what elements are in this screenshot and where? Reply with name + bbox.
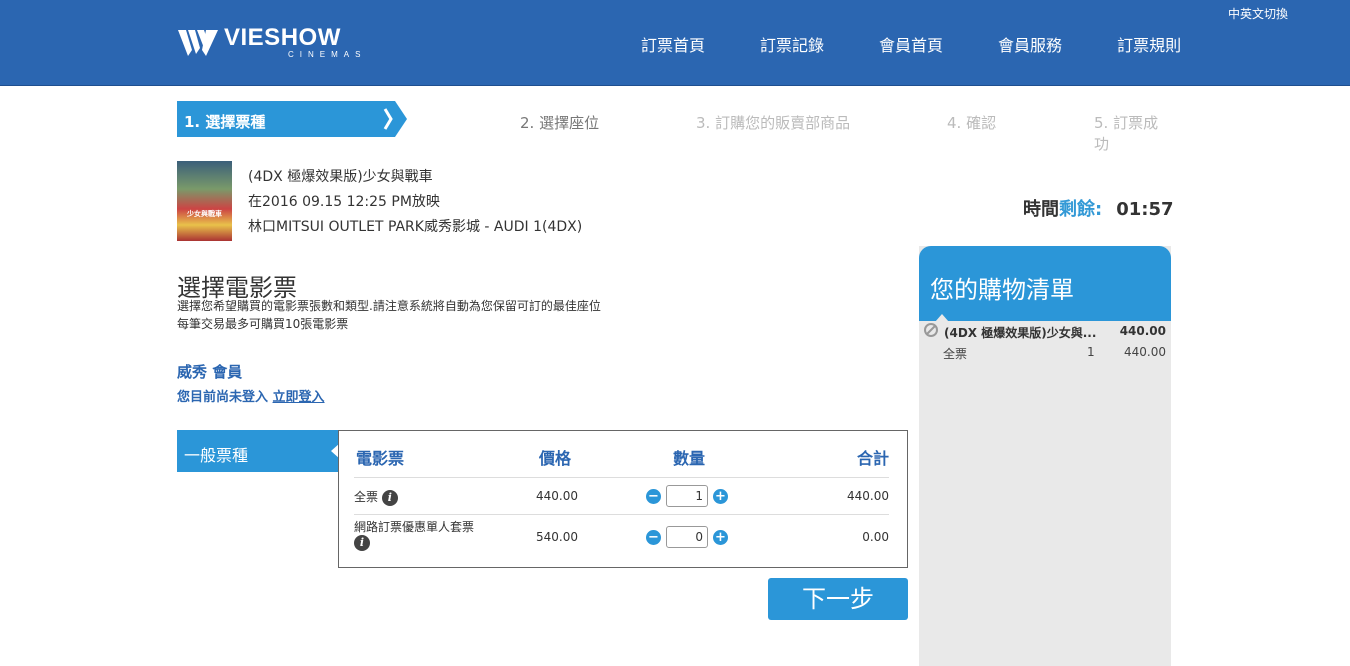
nav-booking-home[interactable]: 訂票首頁 [641,32,705,56]
cart-title: 您的購物清單 [930,270,1074,305]
row-divider [354,514,889,515]
quantity-stepper: − 0 + [646,526,728,548]
member-section-title: 威秀 會員 [177,363,243,381]
step-select-ticket-active: 1. 選擇票種 [177,101,407,137]
timer-label-dark: 時間 [1023,199,1059,220]
remove-item-icon[interactable] [924,323,938,337]
ticket-price: 540.00 [536,530,578,544]
step-select-seat: 2. 選擇座位 [520,114,600,132]
poster-title: 少女與戰車 [187,210,222,218]
step-confirm: 4. 確認 [947,114,997,132]
ticket-table: 電影票 價格 數量 合計 全票 i 440.00 − 1 + 440.00 網路… [338,430,908,568]
ticket-price: 440.00 [536,489,578,503]
nav-member-home[interactable]: 會員首頁 [879,32,943,56]
cart-sub-price: 440.00 [1124,345,1166,359]
logo-subtitle: CINEMAS [288,50,367,59]
cart-header: 您的購物清單 [919,246,1171,322]
vieshow-logo-icon [178,30,218,56]
movie-info: (4DX 極爆效果版)少女與戰車 在2016 09.15 12:25 PM放映 … [248,165,582,240]
info-icon[interactable]: i [381,489,398,506]
plus-icon[interactable]: + [713,529,728,545]
login-status-text: 您目前尚未登入 [177,390,273,405]
ticket-subtotal: 0.00 [862,530,889,544]
nav-booking-rules[interactable]: 訂票規則 [1117,32,1181,56]
row-divider [354,477,889,478]
cart-sub-name: 全票 [943,347,968,361]
quantity-input[interactable]: 0 [666,526,708,548]
header-ticket: 電影票 [356,449,405,468]
cart-title-main: 購物清單 [978,276,1074,304]
plus-icon[interactable]: + [713,488,728,504]
ticket-row-name: 網路訂票優惠單人套票 i [354,518,504,551]
ticket-subtotal: 440.00 [847,489,889,503]
header-qty: 數量 [673,449,706,468]
next-step-button[interactable]: 下一步 [768,578,908,620]
cart-title-light: 您的 [930,276,978,304]
main-nav: 訂票首頁 訂票記錄 會員首頁 會員服務 訂票規則 [641,32,1236,56]
minus-icon[interactable]: − [646,529,661,545]
booking-steps: 1. 選擇票種 2. 選擇座位 3. 訂購您的販賣部商品 4. 確認 5. 訂票… [177,101,1171,153]
ticket-row-name: 全票 i [354,488,398,506]
minus-icon[interactable]: − [646,488,661,504]
timer-label-blue: 剩餘: [1059,199,1103,220]
cart-item-name: (4DX 極爆效果版)少女與... [944,326,1097,340]
info-icon[interactable]: i [354,535,370,551]
shopping-cart-panel: 您的購物清單 (4DX 極爆效果版)少女與... 440.00 全票 1 440… [919,246,1171,666]
cart-item-price: 440.00 [1119,324,1166,338]
countdown-timer: 時間剩餘: 01:57 [1023,195,1174,221]
header-bar: VIESHOW CINEMAS 中英文切換 訂票首頁 訂票記錄 會員首頁 會員服… [0,0,1350,86]
vieshow-logo[interactable]: VIESHOW CINEMAS [178,26,366,60]
nav-member-services[interactable]: 會員服務 [998,32,1062,56]
cart-sub-qty: 1 [1087,345,1095,359]
quantity-stepper: − 1 + [646,485,728,507]
step-label: 1. 選擇票種 [184,113,266,131]
language-switch-link[interactable]: 中英文切換 [1228,5,1288,22]
step-success: 5. 訂票成功 [1094,114,1159,153]
ticket-name: 網路訂票優惠單人套票 [354,520,475,534]
step-concessions: 3. 訂購您的販賣部商品 [696,114,851,132]
logo-wordmark: VIESHOW [224,24,341,51]
cart-header-pointer [935,314,949,322]
movie-showtime: 在2016 09.15 12:25 PM放映 [248,194,440,210]
select-desc-line1: 選擇您希望購買的電影票張數和類型.請注意系統將自動為您保留可訂的最佳座位 [177,299,601,313]
timer-value: 01:57 [1116,199,1174,220]
login-link[interactable]: 立即登入 [273,390,325,405]
ticket-name: 全票 [354,490,379,504]
movie-title: (4DX 極爆效果版)少女與戰車 [248,169,433,185]
quantity-input[interactable]: 1 [666,485,708,507]
select-desc-line2: 每筆交易最多可購買10張電影票 [177,317,349,331]
movie-poster: 少女與戰車 [177,161,232,241]
header-price: 價格 [539,449,572,468]
member-login-status: 您目前尚未登入 立即登入 [177,386,325,405]
select-description: 選擇您希望購買的電影票張數和類型.請注意系統將自動為您保留可訂的最佳座位 每筆交… [177,297,601,333]
header-total: 合計 [856,449,889,468]
movie-cinema: 林口MITSUI OUTLET PARK威秀影城 - AUDI 1(4DX) [248,219,583,235]
ticket-tab-label: 一般票種 [184,446,249,465]
ticket-type-tab-general[interactable]: 一般票種 [177,430,340,472]
nav-booking-history[interactable]: 訂票記錄 [760,32,824,56]
